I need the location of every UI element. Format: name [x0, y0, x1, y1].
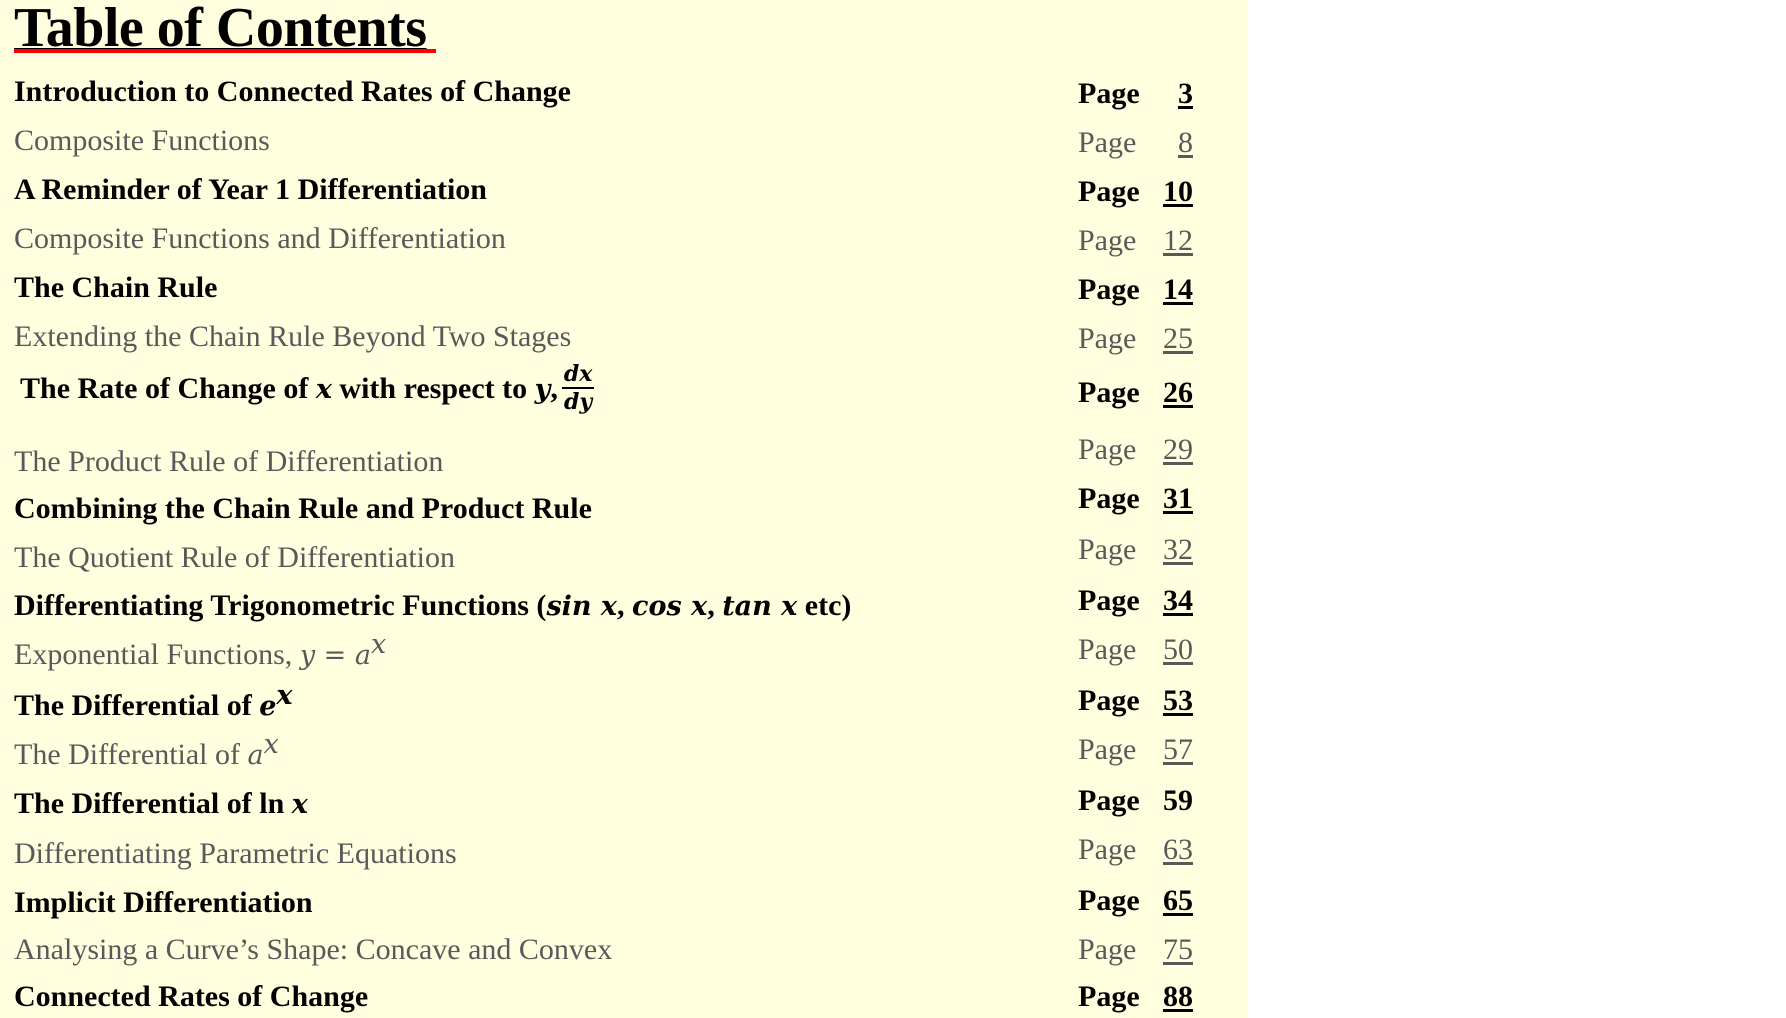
toc-entry[interactable]: Analysing a Curve’s Shape: Concave and C… [0, 926, 1248, 975]
page-label: Page [1078, 126, 1137, 159]
math-cos-x: cos x [632, 591, 708, 622]
toc-entry-title[interactable]: Extending the Chain Rule Beyond Two Stag… [14, 320, 571, 354]
page-number-link[interactable]: 63 [1163, 833, 1193, 867]
toc-entry-title[interactable]: Composite Functions [14, 124, 270, 158]
math-a: a [247, 740, 264, 771]
toc-entry[interactable]: Combining the Chain Rule and Product Rul… [0, 482, 1248, 534]
page-number-link[interactable]: 75 [1163, 933, 1193, 967]
math-variable-x: x [315, 373, 332, 405]
toc-entry[interactable]: Connected Rates of Change Page 88 [0, 975, 1248, 1018]
toc-entry[interactable]: Introduction to Connected Rates of Chang… [0, 70, 1248, 119]
page-label: Page [1078, 684, 1140, 717]
toc-entry[interactable]: The Quotient Rule of Differentiation Pag… [0, 533, 1248, 583]
toc-entry[interactable]: Composite Functions Page 8 [0, 119, 1248, 168]
page-number-link[interactable]: 14 [1163, 273, 1193, 307]
page-number-link[interactable]: 65 [1163, 884, 1193, 918]
toc-entry[interactable]: The Differential of ex Page 53 [0, 681, 1248, 730]
toc-entry-title[interactable]: A Reminder of Year 1 Differentiation [14, 173, 487, 207]
toc-entry-title[interactable]: The Quotient Rule of Differentiation [14, 541, 455, 575]
toc-entry[interactable]: Differentiating Trigonometric Functions … [0, 583, 1248, 632]
toc-entry[interactable]: Differentiating Parametric Equations Pag… [0, 828, 1248, 877]
math-x: x [291, 789, 308, 820]
page-label: Page [1078, 633, 1137, 666]
page-label: Page [1078, 322, 1137, 355]
toc-entry-title[interactable]: Combining the Chain Rule and Product Rul… [14, 492, 592, 526]
page-label: Page [1078, 733, 1137, 766]
toc-entry-title[interactable]: Differentiating Parametric Equations [14, 837, 457, 871]
math-e: e [259, 691, 277, 722]
page-number-link[interactable]: 29 [1163, 433, 1193, 467]
page-number-link[interactable]: 53 [1163, 684, 1193, 718]
math-sin-x: sin x [546, 591, 618, 622]
page-label: Page [1078, 884, 1140, 917]
toc-entry-title[interactable]: The Rate of Change of x with respect to … [20, 361, 595, 416]
math-variable-y: y [534, 373, 551, 405]
page-label: Page [1078, 980, 1140, 1013]
toc-entry-title[interactable]: Introduction to Connected Rates of Chang… [14, 75, 571, 109]
title-spellcheck-underline [14, 49, 436, 53]
math-tan-x: tan x [722, 591, 798, 622]
page-label: Page [1078, 224, 1137, 257]
page-label: Page [1078, 584, 1140, 617]
toc-panel: Table of Contents Introduction to Connec… [0, 0, 1248, 1018]
page-label: Page [1078, 482, 1140, 515]
page-number-link[interactable]: 34 [1163, 584, 1193, 618]
page-label: Page [1078, 376, 1140, 409]
toc-entry-title[interactable]: The Differential of ax [14, 731, 279, 773]
toc-entry[interactable]: Composite Functions and Differentiation … [0, 217, 1248, 266]
toc-entry-title[interactable]: Exponential Functions, y = ax [14, 631, 386, 673]
page-number-link[interactable]: 88 [1163, 980, 1193, 1014]
math-expression: y = a [299, 640, 371, 671]
page-number-link[interactable]: 50 [1163, 633, 1193, 667]
page-number-link[interactable]: 25 [1163, 322, 1193, 356]
toc-entry-title[interactable]: The Chain Rule [14, 271, 217, 305]
page-label: Page [1078, 175, 1140, 208]
toc-entry[interactable]: The Product Rule of Differentiation Page… [0, 433, 1248, 485]
page-number-link[interactable]: 12 [1163, 224, 1193, 258]
page-number-link[interactable]: 26 [1163, 376, 1193, 410]
page-number-link[interactable]: 57 [1163, 733, 1193, 767]
toc-entry[interactable]: Extending the Chain Rule Beyond Two Stag… [0, 315, 1248, 364]
page-label: Page [1078, 784, 1140, 817]
toc-entry[interactable]: The Differential of ax Page 57 [0, 730, 1248, 779]
page-number-link[interactable]: 8 [1178, 126, 1193, 160]
toc-entry-title[interactable]: Composite Functions and Differentiation [14, 222, 506, 256]
page-label: Page [1078, 533, 1137, 566]
toc-entry[interactable]: The Chain Rule Page 14 [0, 266, 1248, 315]
page-number-link[interactable]: 10 [1163, 175, 1193, 209]
toc-entry-title[interactable]: The Differential of ex [14, 682, 293, 724]
page-number-link[interactable]: 32 [1163, 533, 1193, 567]
page-label: Page [1078, 433, 1137, 466]
page-label: Page [1078, 833, 1137, 866]
toc-entry[interactable]: The Differential of ln x Page 59 [0, 779, 1248, 828]
page-number-link[interactable]: 31 [1163, 482, 1193, 516]
derivative-fraction: dx dy [561, 361, 595, 415]
toc-entry-title[interactable]: Analysing a Curve’s Shape: Concave and C… [14, 933, 612, 967]
toc-entry-title[interactable]: Differentiating Trigonometric Functions … [14, 589, 851, 624]
toc-entry-title[interactable]: The Product Rule of Differentiation [14, 445, 443, 479]
toc-entry-title[interactable]: The Differential of ln x [14, 787, 308, 822]
page-label: Page [1078, 77, 1140, 110]
toc-entry-title[interactable]: Connected Rates of Change [14, 980, 368, 1014]
toc-entry-title[interactable]: Implicit Differentiation [14, 886, 313, 920]
page-number: 59 [1163, 784, 1193, 817]
page-label: Page [1078, 933, 1137, 966]
page-number-link[interactable]: 3 [1178, 77, 1193, 111]
toc-entry[interactable]: The Rate of Change of x with respect to … [0, 361, 1248, 436]
toc-entry[interactable]: A Reminder of Year 1 Differentiation Pag… [0, 168, 1248, 217]
toc-entry[interactable]: Implicit Differentiation Page 65 [0, 877, 1248, 926]
toc-entry[interactable]: Exponential Functions, y = ax Page 50 [0, 631, 1248, 681]
page-label: Page [1078, 273, 1140, 306]
